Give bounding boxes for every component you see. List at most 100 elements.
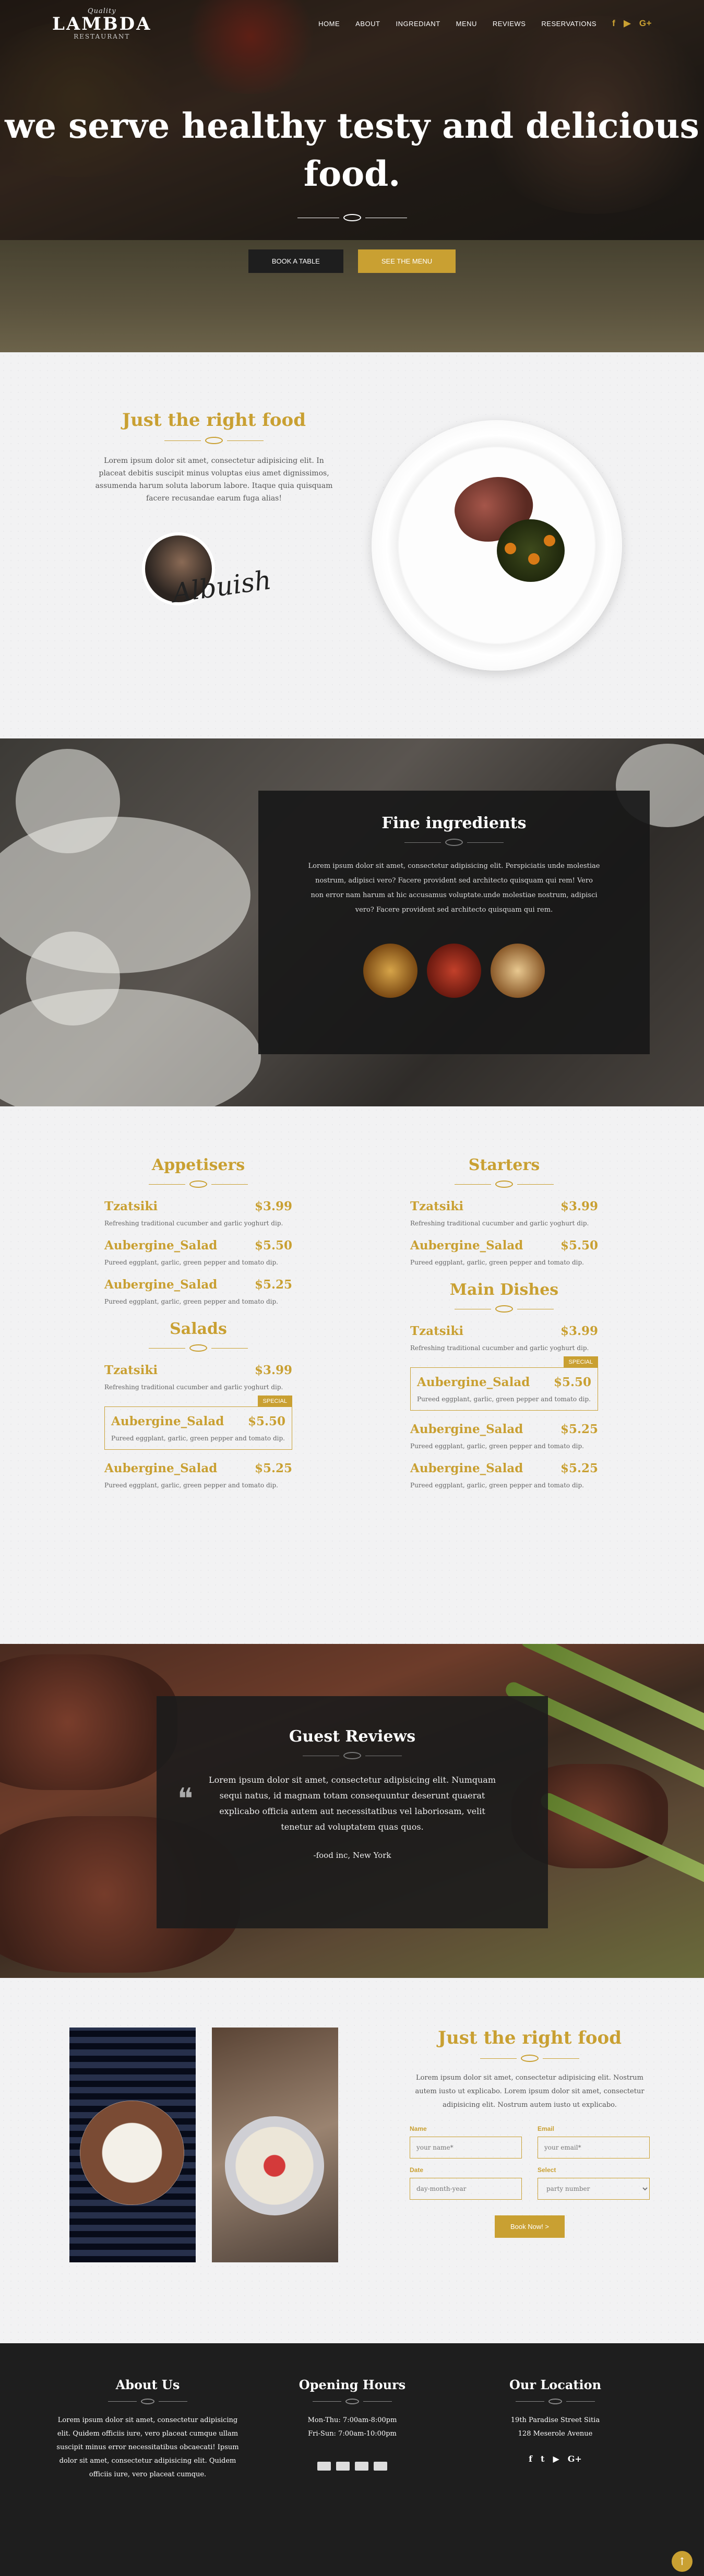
- email-field[interactable]: [538, 2137, 650, 2158]
- book-table-button[interactable]: BOOK A TABLE: [248, 249, 343, 273]
- menu-item[interactable]: Aubergine_Salad $5.25 Pureed eggplant, gar…: [410, 1422, 598, 1450]
- menu-item[interactable]: Tzatsiki $3.99 Refreshing traditional cucu…: [104, 1199, 292, 1227]
- pasta-image: [363, 944, 417, 998]
- reviews-box: Guest Reviews ❝ Lorem ipsum dolor sit am…: [157, 1696, 548, 1928]
- nav-about[interactable]: ABOUT: [355, 20, 380, 28]
- item-name: Aubergine_Salad: [104, 1238, 218, 1253]
- quote-icon: ❝: [177, 1782, 194, 1816]
- reviews-section: Guest Reviews ❝ Lorem ipsum dolor sit am…: [0, 1644, 704, 1978]
- item-description: Refreshing traditional cucumber and garl…: [104, 1220, 283, 1227]
- book-now-button[interactable]: Book Now! >: [494, 2215, 565, 2238]
- about-section: Just the right food Lorem ipsum dolor si…: [0, 352, 704, 738]
- carrot-shape: [528, 553, 540, 565]
- nav-home[interactable]: HOME: [318, 20, 340, 28]
- booking-paragraph: Lorem ipsum dolor sit amet, consectetur …: [415, 2074, 645, 2109]
- category-starters: Starters: [468, 1156, 540, 1174]
- facebook-icon[interactable]: f: [529, 2454, 532, 2464]
- item-description: Refreshing traditional cucumber and garl…: [410, 1344, 589, 1352]
- see-menu-button[interactable]: SEE THE MENU: [357, 249, 456, 273]
- item-description: Pureed eggplant, garlic, green pepper an…: [410, 1442, 584, 1450]
- booking-section: Just the right food Lorem ipsum dolor si…: [0, 1978, 704, 2343]
- amex-card-icon: [355, 2462, 368, 2471]
- item-price: $3.99: [560, 1199, 598, 1213]
- item-name: Aubergine_Salad: [417, 1375, 530, 1389]
- hero-divider-ornament: [0, 214, 704, 221]
- hero-section: Quality LAMBDA RESTAURANT HOME ABOUT ING…: [0, 0, 704, 352]
- menu-item[interactable]: Aubergine_Salad $5.25 Pureed eggplant, gar…: [104, 1461, 292, 1489]
- item-description: Pureed eggplant, garlic, green pepper an…: [104, 1298, 278, 1305]
- google-plus-icon[interactable]: G+: [568, 2454, 582, 2464]
- nav-menu[interactable]: MENU: [456, 20, 477, 28]
- item-description: Pureed eggplant, garlic, green pepper an…: [104, 1482, 278, 1489]
- booking-form: Just the right food Lorem ipsum dolor si…: [410, 2028, 650, 2238]
- date-field[interactable]: [410, 2178, 522, 2200]
- item-price: $5.50: [560, 1238, 598, 1253]
- menu-item[interactable]: Aubergine_Salad $5.50 Pureed eggplant, gar…: [104, 1238, 292, 1266]
- ingredients-section: Fine ingredients Lorem ipsum dolor sit a…: [0, 738, 704, 1106]
- brand-logo[interactable]: Quality LAMBDA RESTAURANT: [52, 7, 152, 40]
- menu-item[interactable]: Aubergine_Salad $5.50 Pureed eggplant, gar…: [410, 1238, 598, 1266]
- nav-ingredients[interactable]: INGREDIANT: [396, 20, 440, 28]
- food-photo-left: [69, 2028, 196, 2262]
- item-price: $5.25: [254, 1278, 292, 1292]
- item-description: Pureed eggplant, garlic, green pepper an…: [410, 1259, 584, 1266]
- menu-item-special[interactable]: SPECIAL Aubergine_Salad $5.50 Pureed eggpla…: [410, 1356, 598, 1411]
- menu-item[interactable]: Aubergine_Salad $5.25 Pureed eggplant, gar…: [104, 1278, 292, 1305]
- back-to-top-button[interactable]: ↑: [672, 2551, 693, 2572]
- menu-item[interactable]: Tzatsiki $3.99 Refreshing traditional cucu…: [410, 1324, 598, 1352]
- carrot-shape: [544, 535, 555, 546]
- booking-fields: Name Email Date Select party number: [410, 2125, 650, 2200]
- youtube-icon[interactable]: ▶: [624, 18, 631, 29]
- youtube-icon[interactable]: ▶: [553, 2454, 559, 2464]
- item-name: Aubergine_Salad: [104, 1461, 218, 1475]
- menu-column-right: Starters Tzatsiki $3.99 Refreshing traditi…: [410, 1156, 598, 1489]
- item-description: Refreshing traditional cucumber and garl…: [410, 1220, 589, 1227]
- divider-ornament: [464, 2399, 647, 2404]
- item-price: $5.50: [247, 1414, 285, 1428]
- address-line-2: 128 Meserole Avenue: [518, 2430, 593, 2438]
- google-plus-icon[interactable]: G+: [639, 18, 652, 29]
- menu-item[interactable]: Tzatsiki $3.99 Refreshing traditional cucu…: [104, 1363, 292, 1391]
- nav-reviews[interactable]: REVIEWS: [493, 20, 526, 28]
- facebook-icon[interactable]: f: [612, 18, 615, 29]
- twitter-icon[interactable]: t: [541, 2454, 544, 2464]
- divider-ornament: [157, 1752, 548, 1759]
- divider-ornament: [104, 1180, 292, 1188]
- divider-ornament: [410, 2055, 650, 2062]
- nav-reservations[interactable]: RESERVATIONS: [541, 20, 596, 28]
- divider-ornament: [410, 1305, 598, 1313]
- dish-shape: [80, 2101, 184, 2205]
- food-plate-image: [372, 420, 622, 671]
- ingredients-paragraph: Lorem ipsum dolor sit amet, consectetur …: [308, 862, 600, 914]
- footer-hours: Opening Hours Mon-Thu: 7:00am-8:00pm Fri…: [261, 2377, 444, 2471]
- date-label: Date: [410, 2166, 424, 2174]
- item-description: Pureed eggplant, garlic, green pepper an…: [104, 1259, 278, 1266]
- item-price: $3.99: [560, 1324, 598, 1338]
- hours-weekend: Fri-Sun: 7:00am-10:00pm: [308, 2430, 397, 2438]
- email-label: Email: [538, 2125, 555, 2132]
- footer-hours-title: Opening Hours: [299, 2377, 406, 2392]
- menu-item[interactable]: Aubergine_Salad $5.25 Pureed eggplant, gar…: [410, 1461, 598, 1489]
- ingredients-title: Fine ingredients: [381, 814, 527, 832]
- item-description: Pureed eggplant, garlic, green pepper an…: [410, 1482, 584, 1489]
- item-price: $5.25: [560, 1422, 598, 1436]
- name-field[interactable]: [410, 2137, 522, 2158]
- ingredients-box: Fine ingredients Lorem ipsum dolor sit a…: [258, 791, 650, 1054]
- item-price: $5.25: [560, 1461, 598, 1475]
- footer-social: f t ▶ G+: [464, 2454, 647, 2464]
- steak-shape: [0, 1654, 177, 1790]
- item-name: Aubergine_Salad: [410, 1238, 523, 1253]
- payment-methods: [261, 2462, 444, 2471]
- menu-item[interactable]: Tzatsiki $3.99 Refreshing traditional cucu…: [410, 1199, 598, 1227]
- spice-image: [427, 944, 481, 998]
- plate-shape: [0, 989, 261, 1106]
- reviews-title: Guest Reviews: [289, 1727, 416, 1746]
- address-line-1: 19th Paradise Street Sitia: [510, 2416, 600, 2424]
- special-badge: SPECIAL: [257, 1396, 292, 1407]
- party-number-select[interactable]: party number: [538, 2178, 650, 2200]
- category-salads: Salads: [170, 1320, 227, 1338]
- menu-section: Appetisers Tzatsiki $3.99 Refreshing tradi…: [0, 1106, 704, 1644]
- item-name: Tzatsiki: [410, 1199, 464, 1213]
- menu-item-special[interactable]: SPECIAL Aubergine_Salad $5.50 Pureed eggpla…: [104, 1396, 292, 1450]
- item-price: $3.99: [254, 1199, 292, 1213]
